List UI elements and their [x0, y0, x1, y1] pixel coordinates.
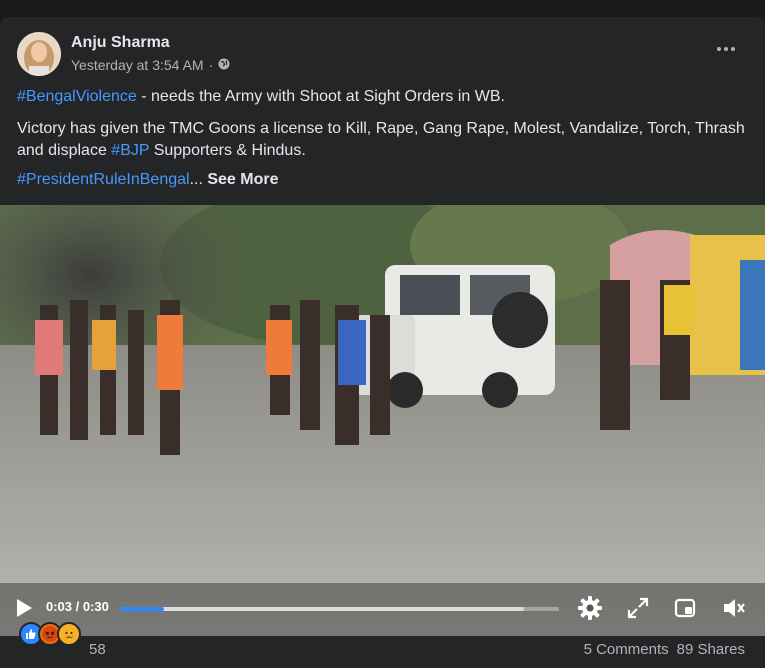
- sad-face-icon: [61, 626, 77, 642]
- play-button[interactable]: [14, 597, 34, 619]
- hashtag-presidentruleinbengal[interactable]: #PresidentRuleInBengal: [17, 171, 190, 188]
- comments-count[interactable]: 5 Comments: [584, 641, 669, 658]
- angry-face-icon: [42, 626, 58, 642]
- gear-icon: [578, 596, 602, 620]
- post-text-line3: #PresidentRuleInBengal... See More: [17, 169, 747, 191]
- hashtag-bengalviolence[interactable]: #BengalViolence: [17, 88, 137, 105]
- post-stats: 5 Comments 89 Shares: [584, 641, 745, 658]
- post-card: Anju Sharma Yesterday at 3:54 AM · #Beng…: [0, 17, 765, 668]
- dot-icon: [724, 47, 728, 51]
- author-name[interactable]: Anju Sharma: [71, 34, 170, 52]
- dot-icon: [717, 47, 721, 51]
- author-avatar[interactable]: [17, 32, 61, 76]
- progress-fill: [120, 607, 164, 611]
- buffer-bar: [120, 607, 524, 611]
- video-frame: [0, 205, 765, 636]
- globe-icon[interactable]: [218, 57, 230, 73]
- settings-button[interactable]: [577, 595, 603, 621]
- see-more-link[interactable]: See More: [207, 171, 278, 188]
- thumbs-up-icon: [26, 629, 36, 639]
- fullscreen-button[interactable]: [626, 596, 650, 620]
- post-text: Supporters & Hindus.: [149, 142, 306, 159]
- picture-in-picture-button[interactable]: [673, 596, 697, 620]
- sad-icon[interactable]: [57, 622, 81, 646]
- duration: 0:30: [82, 599, 109, 614]
- shares-count[interactable]: 89 Shares: [677, 641, 745, 658]
- video-controls: 0:03 / 0:30: [0, 583, 765, 636]
- more-options-button[interactable]: [709, 39, 743, 59]
- progress-bar[interactable]: [120, 607, 559, 611]
- mute-button[interactable]: [721, 595, 747, 621]
- post-meta: Yesterday at 3:54 AM ·: [71, 57, 230, 73]
- play-icon: [17, 599, 32, 617]
- post-text-line1: #BengalViolence - needs the Army with Sh…: [17, 86, 747, 108]
- post-text-line2: Victory has given the TMC Goons a licens…: [17, 118, 747, 162]
- current-time: 0:03: [46, 599, 73, 614]
- pip-icon: [674, 598, 696, 618]
- time-separator: /: [72, 599, 83, 614]
- reaction-count[interactable]: 58: [89, 641, 106, 658]
- dot-icon: [731, 47, 735, 51]
- video-time: 0:03 / 0:30: [46, 599, 109, 614]
- expand-icon: [627, 597, 649, 619]
- speaker-muted-icon: [724, 599, 745, 617]
- post-text-ellipsis: ...: [189, 171, 203, 188]
- hashtag-bjp[interactable]: #BJP: [111, 142, 149, 159]
- post-timestamp[interactable]: Yesterday at 3:54 AM: [71, 57, 204, 73]
- post-text: - needs the Army with Shoot at Sight Ord…: [136, 88, 505, 105]
- video-player[interactable]: 0:03 / 0:30: [0, 205, 765, 636]
